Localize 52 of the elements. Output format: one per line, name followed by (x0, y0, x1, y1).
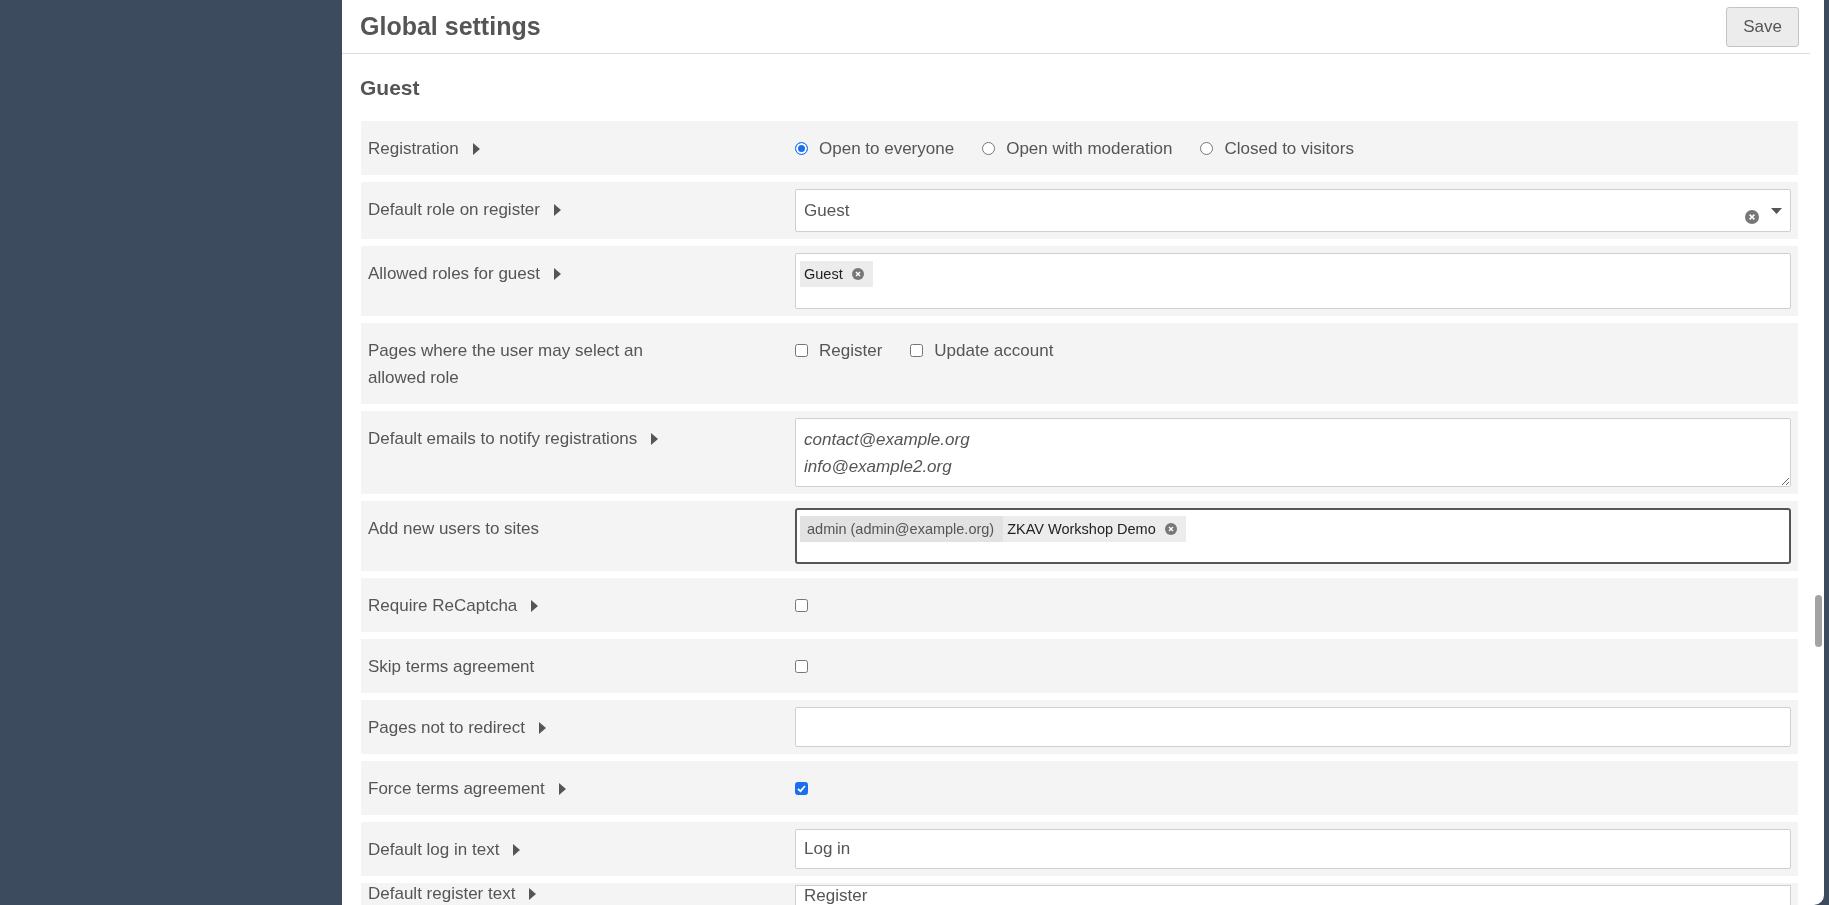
textarea-field[interactable]: contact@example.org info@example2.org (795, 418, 1791, 487)
caret-icon[interactable] (513, 843, 521, 856)
setting-label: Default register text (368, 884, 516, 904)
caret-icon[interactable] (472, 142, 480, 155)
tag-field[interactable]: Guest (795, 253, 1791, 309)
save-button[interactable]: Save (1726, 6, 1799, 47)
caret-icon[interactable] (529, 888, 537, 900)
radio-button[interactable] (1200, 142, 1214, 155)
caret-icon[interactable] (554, 203, 561, 216)
section-title: Guest (359, 75, 421, 101)
text-field[interactable]: Register (795, 885, 1791, 905)
option-label[interactable]: Open with moderation (1006, 135, 1173, 162)
setting-label: Skip terms agreement (368, 656, 535, 678)
radio-button[interactable] (795, 142, 808, 155)
option-label[interactable]: Closed to visitors (1224, 135, 1354, 162)
caret-icon[interactable] (554, 267, 561, 280)
tag-chip[interactable]: ZKAV Workshop Demo (1003, 516, 1186, 542)
option-label[interactable]: Update account (934, 337, 1054, 364)
option-label[interactable]: Open to everyone (819, 135, 955, 162)
page-title: Global settings (360, 12, 541, 41)
checkbox[interactable] (795, 660, 808, 673)
setting-label: Pages where the user may select an allowed role (368, 340, 644, 389)
tag-field[interactable]: admin (admin@example.org) ZKAV Workshop Demo (795, 508, 1791, 564)
setting-label: Default role on register (368, 199, 540, 221)
setting-label: Allowed roles for guest (368, 263, 540, 285)
setting-label: Force terms agreement (368, 778, 545, 800)
caret-icon[interactable] (531, 599, 539, 612)
group-label: admin (admin@example.org) (800, 516, 1004, 542)
checkbox[interactable] (795, 599, 808, 612)
setting-label: Pages not to redirect (368, 717, 525, 739)
checkbox[interactable] (910, 344, 924, 357)
caret-icon[interactable] (558, 782, 566, 795)
setting-label: Require ReCaptcha (368, 595, 518, 617)
text-field[interactable] (795, 707, 1791, 747)
remove-icon[interactable] (851, 268, 864, 280)
caret-icon[interactable] (538, 721, 546, 734)
radio-button[interactable] (982, 142, 996, 155)
checkbox[interactable] (795, 344, 808, 357)
setting-label: Default emails to notify registrations (368, 428, 638, 450)
setting-label: Registration (368, 138, 459, 160)
setting-label: Add new users to sites (368, 518, 540, 540)
clear-icon[interactable] (1745, 210, 1759, 224)
caret-icon[interactable] (651, 432, 659, 445)
select-field[interactable]: Guest (795, 189, 1791, 232)
remove-icon[interactable] (1164, 523, 1177, 535)
scrollbar-thumb[interactable] (1815, 595, 1822, 647)
option-label[interactable]: Register (819, 337, 883, 364)
tag-chip[interactable]: Guest (800, 261, 873, 287)
dropdown-caret-icon[interactable] (1771, 207, 1782, 214)
checkbox[interactable] (795, 782, 808, 795)
text-field[interactable]: Log in (795, 829, 1791, 869)
setting-label: Default log in text (368, 839, 500, 861)
